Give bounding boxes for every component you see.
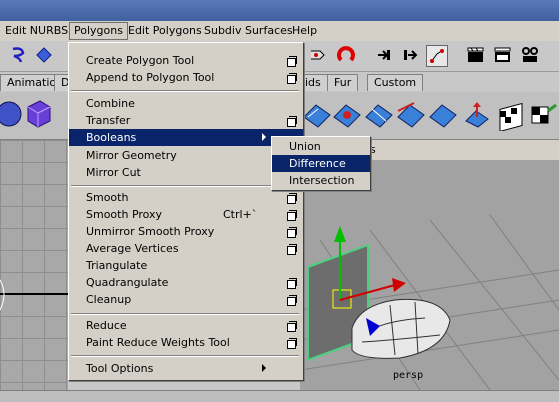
submenu-intersection[interactable]: Intersection (272, 172, 370, 189)
render-globals-icon[interactable] (520, 45, 540, 65)
menu-unmirror-smooth-proxy[interactable]: Unmirror Smooth Proxy (69, 223, 303, 240)
menu-separator (71, 90, 299, 92)
menu-create-polygon-tool[interactable]: Create Polygon Tool (69, 52, 303, 69)
option-box-icon[interactable] (287, 210, 297, 221)
booleans-submenu: Union Difference Intersection (271, 136, 371, 191)
menu-help[interactable]: Help (292, 24, 317, 37)
menu-average-vertices[interactable]: Average Vertices (69, 240, 303, 257)
menu-cleanup[interactable]: Cleanup (69, 291, 303, 308)
menu-smooth[interactable]: Smooth (69, 189, 303, 206)
render-icon[interactable] (465, 45, 485, 65)
snap-curve-icon[interactable] (308, 45, 328, 65)
shelf-tab-fur[interactable]: Fur (327, 74, 359, 91)
input-ops-icon[interactable] (374, 45, 394, 65)
poly-tool-icon-3[interactable] (362, 97, 396, 131)
menu-mirror-cut[interactable]: Mirror Cut (69, 164, 303, 181)
construction-history-icon[interactable] (426, 45, 448, 67)
poly-tool-icon-4[interactable] (394, 97, 428, 131)
menu-separator (71, 313, 299, 315)
menu-booleans[interactable]: Booleans (69, 129, 303, 146)
poly-checker-icon[interactable] (526, 97, 559, 131)
camera-label: persp (393, 370, 423, 381)
poly-extrude-icon[interactable] (460, 97, 494, 131)
menu-triangulate[interactable]: Triangulate (69, 257, 303, 274)
lasso-select-icon[interactable] (8, 45, 28, 65)
option-box-icon[interactable] (287, 227, 297, 238)
submenu-union[interactable]: Union (272, 138, 370, 155)
poly-tool-icon-1[interactable] (300, 97, 334, 131)
ipr-render-icon[interactable] (492, 45, 512, 65)
option-box-icon[interactable] (287, 244, 297, 255)
magnet-snap-icon[interactable] (336, 45, 356, 65)
move-icon[interactable] (34, 45, 54, 65)
option-box-icon[interactable] (287, 73, 297, 84)
menu-mirror-geometry[interactable]: Mirror Geometry (69, 147, 303, 164)
poly-cube-icon[interactable] (20, 97, 54, 131)
menu-edit-polygons[interactable]: Edit Polygons (128, 24, 202, 37)
bottom-strip (0, 390, 559, 402)
menu-combine[interactable]: Combine (69, 95, 303, 112)
submenu-arrow-icon (262, 133, 266, 141)
submenu-difference[interactable]: Difference (272, 155, 370, 172)
option-box-icon[interactable] (287, 116, 297, 127)
menu-transfer[interactable]: Transfer (69, 112, 303, 129)
option-box-icon[interactable] (287, 278, 297, 289)
menu-quadrangulate[interactable]: Quadrangulate (69, 274, 303, 291)
shortcut-label: Ctrl+` (223, 208, 258, 221)
option-box-icon[interactable] (287, 56, 297, 67)
perspective-viewport[interactable]: persp (300, 160, 559, 390)
option-box-icon[interactable] (287, 338, 297, 349)
checker-map-icon[interactable] (494, 97, 528, 131)
left-viewport-panel[interactable] (0, 140, 68, 401)
menu-bar: Edit NURBS Polygons Edit Polygons Subdiv… (0, 21, 559, 42)
menu-paint-reduce-weights-tool[interactable]: Paint Reduce Weights Tool (69, 334, 303, 351)
option-box-icon[interactable] (287, 321, 297, 332)
shelf-tab-custom[interactable]: Custom (367, 74, 424, 91)
output-ops-icon[interactable] (400, 45, 420, 65)
menu-subdiv-surfaces[interactable]: Subdiv Surfaces (204, 24, 293, 37)
option-box-icon[interactable] (287, 295, 297, 306)
menu-separator (71, 185, 299, 187)
submenu-arrow-icon (262, 364, 266, 372)
menu-append-to-polygon-tool[interactable]: Append to Polygon Tool (69, 69, 303, 86)
menu-separator (71, 355, 299, 357)
menu-tool-options[interactable]: Tool Options (69, 360, 303, 377)
poly-tool-icon-2[interactable] (330, 97, 364, 131)
title-bar (0, 0, 559, 21)
menu-edit-nurbs[interactable]: Edit NURBS (5, 24, 68, 37)
polygons-menu: Create Polygon Tool Append to Polygon To… (68, 42, 304, 381)
viewport-scene: persp (300, 214, 559, 390)
menu-smooth-proxy[interactable]: Smooth Proxy Ctrl+` (69, 206, 303, 223)
menu-reduce[interactable]: Reduce (69, 317, 303, 334)
menu-polygons[interactable]: Polygons (69, 22, 128, 40)
wireframe-fragment (0, 279, 68, 311)
poly-tool-icon-5[interactable] (426, 97, 460, 131)
option-box-icon[interactable] (287, 193, 297, 204)
